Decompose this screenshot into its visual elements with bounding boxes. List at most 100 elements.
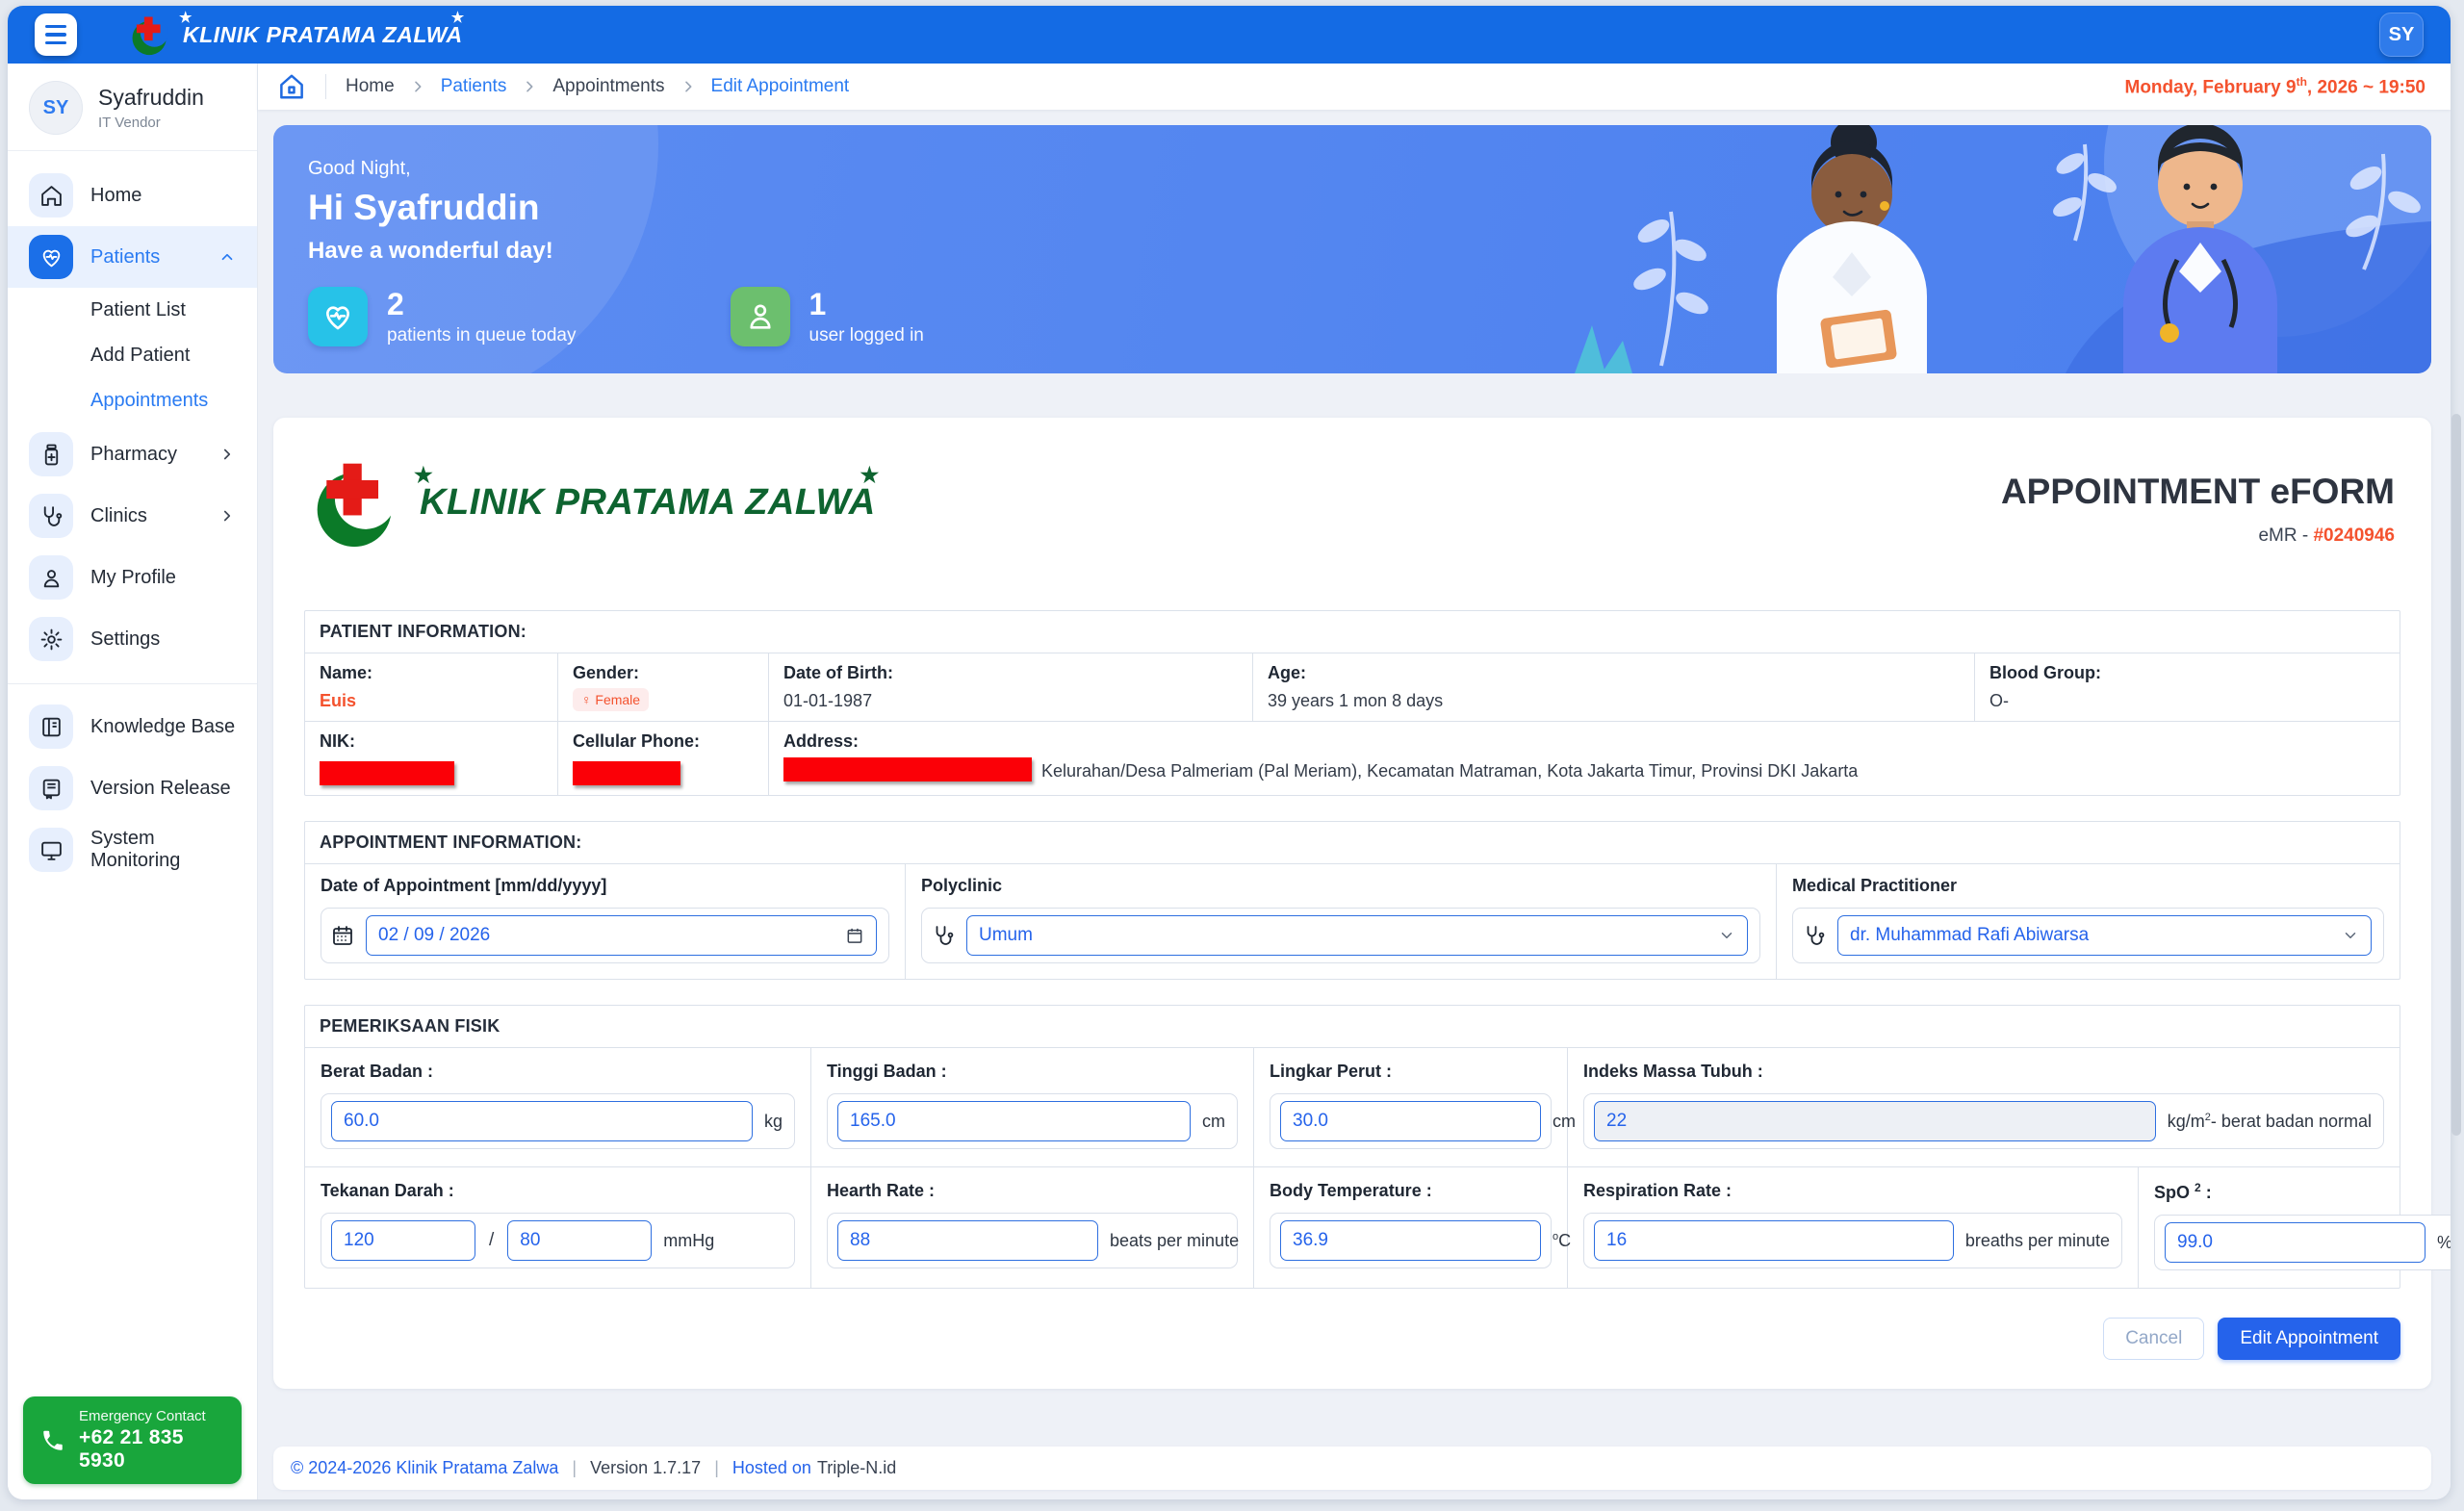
sidebar-item-home[interactable]: Home — [8, 165, 257, 226]
breadcrumb-home[interactable]: Home — [346, 76, 395, 97]
sidebar-item-appointments[interactable]: Appointments — [8, 378, 257, 423]
clinic-logo-icon — [129, 13, 171, 56]
sidebar-profile: SY Syafruddin IT Vendor — [8, 64, 257, 151]
berat-badan-input[interactable] — [331, 1101, 753, 1141]
chevron-up-icon — [218, 248, 236, 266]
date-of-appointment-input[interactable]: 02 / 09 / 2026 — [366, 915, 877, 956]
page-scrollbar[interactable] — [2451, 414, 2461, 1136]
sidebar-item-pharmacy[interactable]: Pharmacy — [8, 423, 257, 485]
sidebar-item-label: Clinics — [90, 505, 147, 527]
patient-address-cell: Address: Kelurahan/Desa Palmeriam (Pal M… — [769, 722, 2400, 795]
breadcrumb-home-icon[interactable] — [277, 72, 306, 101]
stat-value: 2 — [387, 289, 577, 320]
brand-name: ★KLINIK PRATAMA ZALWA★ — [183, 22, 463, 48]
sidebar-item-label: Patients — [90, 246, 160, 269]
physical-exam-section: PEMERIKSAAN FISIK Berat Badan : kg Ting — [304, 1005, 2400, 1289]
breadcrumb-patients[interactable]: Patients — [441, 76, 507, 97]
sidebar-item-my-profile[interactable]: My Profile — [8, 547, 257, 608]
footer-copyright-link[interactable]: © 2024-2026 Klinik Pratama Zalwa — [291, 1458, 558, 1478]
patient-age-cell: Age: 39 years 1 mon 8 days — [1253, 653, 1975, 721]
sidebar-item-add-patient[interactable]: Add Patient — [8, 333, 257, 378]
stethoscope-icon — [1803, 924, 1826, 947]
section-title: PATIENT INFORMATION: — [305, 611, 2400, 653]
patient-information-section: PATIENT INFORMATION: Name: Euis Gender: … — [304, 610, 2400, 796]
sidebar-item-label: System Monitoring — [90, 828, 236, 872]
sidebar-item-version-release[interactable]: Version Release — [8, 757, 257, 819]
cancel-button[interactable]: Cancel — [2103, 1318, 2204, 1360]
body-temperature-field: Body Temperature : oC — [1254, 1167, 1568, 1288]
form-clinic-logo: ★KLINIK PRATAMA ZALWA★ — [310, 456, 876, 549]
sidebar-item-clinics[interactable]: Clinics — [8, 485, 257, 547]
respiration-rate-input[interactable] — [1594, 1220, 1954, 1261]
emergency-phone: +62 21 835 5930 — [79, 1426, 224, 1473]
footer-host-name: Triple-N.id — [817, 1458, 896, 1478]
chevron-down-icon — [2342, 927, 2359, 944]
footer-hosted-link[interactable]: Hosted on — [732, 1458, 811, 1478]
sidebar-item-system-monitoring[interactable]: System Monitoring — [8, 819, 257, 881]
star-icon: ★ — [414, 463, 433, 488]
greeting-name: Hi Syafruddin — [308, 188, 2431, 228]
phone-icon — [40, 1428, 65, 1453]
divider — [325, 74, 326, 99]
sidebar-item-settings[interactable]: Settings — [8, 608, 257, 670]
polyclinic-field: Polyclinic Umum — [906, 864, 1777, 979]
sidebar-toggle-button[interactable] — [35, 13, 77, 56]
sidebar-item-label: Pharmacy — [90, 444, 177, 466]
patient-name: Euis — [320, 691, 543, 711]
footer-version: Version 1.7.17 — [590, 1458, 701, 1478]
edit-appointment-button[interactable]: Edit Appointment — [2218, 1318, 2400, 1360]
redacted-nik — [320, 761, 454, 785]
sidebar-item-label: Knowledge Base — [90, 716, 235, 738]
lingkar-perut-input[interactable] — [1280, 1101, 1541, 1141]
clinic-logo-icon — [310, 456, 402, 549]
medicine-bottle-icon — [29, 432, 73, 476]
spo2-label: SpO 2 : — [2154, 1181, 2451, 1203]
calendar-icon — [331, 924, 354, 947]
systolic-input[interactable] — [331, 1220, 475, 1261]
gear-icon — [29, 617, 73, 661]
bmi-unit: kg/m2- berat badan normal — [2168, 1112, 2372, 1132]
chevron-right-icon — [522, 79, 537, 94]
patient-nik-cell: NIK: — [305, 722, 558, 795]
sidebar-item-patients[interactable]: Patients — [8, 226, 257, 288]
heart-rate-input[interactable] — [837, 1220, 1098, 1261]
stat-value: 1 — [809, 289, 924, 320]
sidebar-item-label: Home — [90, 185, 141, 207]
brand: ★KLINIK PRATAMA ZALWA★ — [129, 13, 463, 56]
chevron-right-icon — [680, 79, 696, 94]
star-icon: ★ — [179, 9, 192, 26]
footer: © 2024-2026 Klinik Pratama Zalwa | Versi… — [273, 1447, 2431, 1490]
patient-dob: 01-01-1987 — [783, 691, 1238, 711]
diastolic-input[interactable] — [507, 1220, 652, 1261]
section-title: PEMERIKSAAN FISIK — [305, 1006, 2400, 1048]
heart-rate-field: Hearth Rate : beats per minute — [811, 1167, 1254, 1288]
respiration-rate-field: Respiration Rate : breaths per minute — [1568, 1167, 2139, 1288]
date-picker-icon[interactable] — [845, 926, 864, 945]
sidebar-divider — [8, 683, 257, 684]
body-temperature-input[interactable] — [1280, 1220, 1541, 1261]
sidebar-item-label: Version Release — [90, 778, 231, 800]
spo2-input[interactable] — [2165, 1222, 2426, 1263]
spo2-field: SpO 2 : % — [2139, 1167, 2451, 1288]
star-icon: ★ — [860, 463, 879, 488]
greeting-subtitle: Have a wonderful day! — [308, 238, 2431, 265]
practitioner-field: Medical Practitioner dr. Muhammad Rafi A… — [1777, 864, 2400, 979]
book-icon — [29, 704, 73, 749]
sidebar-item-knowledge-base[interactable]: Knowledge Base — [8, 696, 257, 757]
patient-gender-cell: Gender: ♀ Female — [558, 653, 769, 721]
user-name: Syafruddin — [98, 85, 204, 111]
bmi-field: Indeks Massa Tubuh : kg/m2- berat badan … — [1568, 1048, 2400, 1166]
practitioner-select[interactable]: dr. Muhammad Rafi Abiwarsa — [1837, 915, 2372, 956]
emergency-contact-button[interactable]: Emergency Contact +62 21 835 5930 — [23, 1396, 242, 1484]
patient-phone-cell: Cellular Phone: — [558, 722, 769, 795]
tinggi-badan-input[interactable] — [837, 1101, 1191, 1141]
breadcrumb-bar: Home Patients Appointments Edit Appointm… — [258, 64, 2451, 110]
user-menu-button[interactable]: SY — [2379, 13, 2424, 57]
breadcrumb-appointments[interactable]: Appointments — [552, 76, 664, 97]
lingkar-perut-field: Lingkar Perut : cm — [1254, 1048, 1568, 1166]
bmi-input — [1594, 1101, 2156, 1141]
form-title: APPOINTMENT eFORM — [2001, 472, 2395, 512]
sidebar-item-patient-list[interactable]: Patient List — [8, 288, 257, 333]
polyclinic-select[interactable]: Umum — [966, 915, 1748, 956]
patient-blood-cell: Blood Group: O- — [1975, 653, 2400, 721]
